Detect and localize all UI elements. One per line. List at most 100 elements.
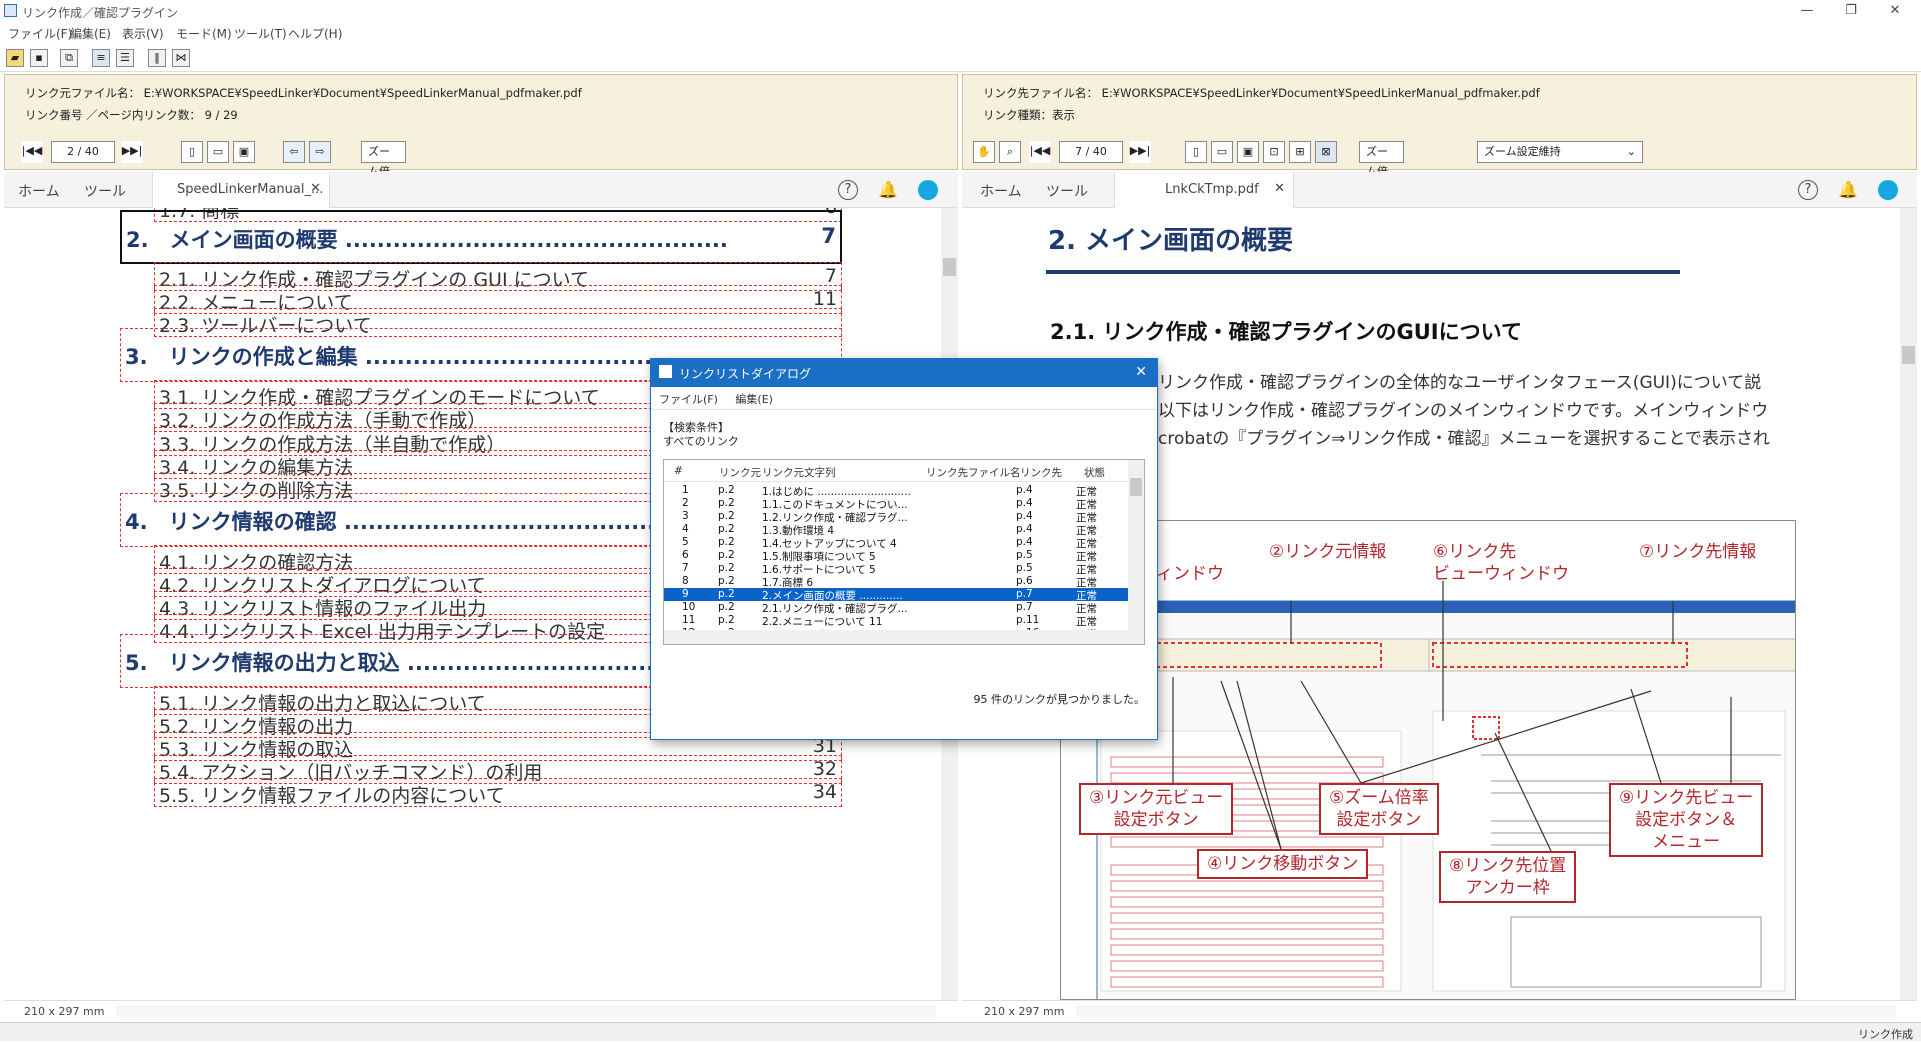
list-settings-icon[interactable]: ☰ [116,49,134,67]
link-back-icon[interactable]: ⇦ [283,141,305,163]
split-icon[interactable]: ‖ [148,49,166,67]
row-source-page: p.2 [718,601,735,613]
table-row[interactable]: 8 p.2 1.7.商標 6 p.6 正常 [664,575,1128,589]
target-hscrollbar[interactable] [1076,1005,1896,1017]
menu-tools[interactable]: ツール(T) [234,25,287,42]
source-hscrollbar[interactable] [116,1005,936,1017]
menu-view[interactable]: 表示(V) [122,25,164,42]
col-source-page[interactable]: リンク元 [719,465,761,480]
table-row[interactable]: 2 p.2 1.1.このドキュメントについ... p.4 正常 [664,497,1128,511]
source-page-input[interactable]: 2 / 40 [51,141,115,163]
single-page-icon[interactable]: ▯ [1185,141,1207,163]
target-tab-bar: ホーム ツール LnkCkTmp.pdf ✕ ? 🔔 [962,172,1917,208]
menu-file[interactable]: ファイル(F) [8,25,72,42]
help-icon[interactable]: ? [1798,180,1818,200]
figure-graphics [1096,581,1795,999]
merge-icon[interactable]: ⋈ [172,49,190,67]
zoom-tool-icon[interactable]: ⌕ [999,141,1021,163]
toc-page-number: 7 [824,265,837,287]
window-title: リンク作成／確認プラグイン [22,6,179,20]
row-source-page: p.2 [718,523,735,535]
col-source-text[interactable]: リンク元文字列 [762,465,836,480]
single-page-icon[interactable]: ▯ [181,141,203,163]
close-tab-icon[interactable]: ✕ [1274,181,1285,196]
dialog-menu-edit[interactable]: 編集(E) [735,393,773,406]
avatar[interactable] [918,180,938,200]
fit-page-icon[interactable]: ▭ [1211,141,1233,163]
close-button[interactable]: ✕ [1873,0,1917,22]
table-row[interactable]: 5 p.2 1.4.セットアップについて 4 p.4 正常 [664,536,1128,550]
row-target-page: p.4 [1016,510,1033,522]
list-icon[interactable]: ≡ [92,49,110,67]
fit-page-icon[interactable]: ▭ [207,141,229,163]
fit-visible-icon[interactable]: ⊡ [1263,141,1285,163]
tab-tools[interactable]: ツール [84,181,126,201]
open-folder-icon[interactable]: ▰ [6,49,24,67]
menu-mode[interactable]: モード(M) [176,25,232,42]
zoom-mode-select[interactable]: ズーム設定維持 ⌄ [1477,141,1643,163]
save-icon[interactable]: ▪ [30,49,48,67]
row-target-page: p.4 [1016,497,1033,509]
target-scrollbar[interactable] [1900,208,1917,1000]
help-icon[interactable]: ? [838,180,858,200]
restore-button[interactable]: ❐ [1829,0,1873,22]
table-row[interactable]: 10 p.2 2.1.リンク作成・確認プラグ... p.7 正常 [664,601,1128,615]
link-list-dialog[interactable]: リンクリストダイアログ ✕ ファイル(F) 編集(E) 【検索条件】 すべてのリ… [650,358,1158,740]
section-heading: 2. メイン画面の概要 [1048,226,1294,256]
export-icon[interactable]: ⧉ [60,49,78,67]
bell-icon[interactable]: 🔔 [878,180,898,200]
last-page-icon[interactable]: ▶▶| [121,141,143,163]
col-number[interactable]: # [674,465,683,477]
callout-zoom-buttons: ⑤ズーム倍率 設定ボタン [1319,783,1439,835]
anchor-icon[interactable]: ⊞ [1289,141,1311,163]
table-row[interactable]: 6 p.2 1.5.制限事項について 5 p.5 正常 [664,549,1128,563]
last-page-icon[interactable]: ▶▶| [1129,141,1151,163]
source-doc-tab[interactable]: SpeedLinkerManual_... ✕ [152,172,330,208]
table-row[interactable]: 4 p.2 1.3.動作環境 4 p.4 正常 [664,523,1128,537]
link-number-value: 9 / 29 [204,108,238,122]
table-row[interactable]: 3 p.2 1.2.リンク作成・確認プラグ... p.4 正常 [664,510,1128,524]
target-page-input[interactable]: 7 / 40 [1059,141,1123,163]
col-target-file[interactable]: リンク先ファイル名 [926,465,1021,480]
list-scrollbar[interactable] [1128,460,1144,644]
row-source-page: p.2 [718,614,735,626]
tab-tools[interactable]: ツール [1046,181,1088,201]
dialog-title-bar[interactable]: リンクリストダイアログ ✕ [651,359,1157,387]
tab-home[interactable]: ホーム [980,181,1022,201]
target-zoom-display[interactable]: ズーム倍率: 103% [1359,141,1405,218]
menu-edit[interactable]: 編集(E) [70,25,111,42]
link-list-table[interactable]: # リンク元 リンク元文字列 リンク先ファイル名 リンク先 状態 1 p.2 1.は… [663,459,1145,645]
anchor-frame-icon[interactable]: ⊠ [1315,141,1337,163]
target-file-label: リンク先ファイル名： [983,86,1098,100]
table-row[interactable]: 11 p.2 2.2.メニューについて 11 p.11 正常 [664,614,1128,628]
dialog-menu-file[interactable]: ファイル(F) [659,393,718,406]
table-row[interactable]: 1 p.2 1.はじめに ............................ p… [664,484,1128,498]
hand-tool-icon[interactable]: ✋ [973,141,995,163]
menu-help[interactable]: ヘルプ(H) [288,25,342,42]
fit-width-icon[interactable]: ▣ [1237,141,1259,163]
toc-section[interactable]: 5.5. リンク情報ファイルの内容について 34 [154,778,842,807]
col-target-page[interactable]: リンク先 [1020,465,1062,480]
first-page-icon[interactable]: |◀◀ [21,141,43,163]
link-forward-icon[interactable]: ⇨ [309,141,331,163]
row-target-page: p.7 [1016,588,1033,600]
dialog-close-icon[interactable]: ✕ [1135,364,1147,380]
col-status[interactable]: 状態 [1084,465,1105,480]
row-source-page: p.2 [718,497,735,509]
toc-chapter[interactable]: 2. メイン画面の概要 ............................… [120,210,842,264]
close-tab-icon[interactable]: ✕ [310,181,321,196]
table-row[interactable]: 7 p.2 1.6.サポートについて 5 p.5 正常 [664,562,1128,576]
minimize-button[interactable]: — [1785,0,1829,22]
menu-bar: ファイル(F) 編集(E) 表示(V) モード(M) ツール(T) ヘルプ(H) [0,22,1921,42]
fit-width-icon[interactable]: ▣ [233,141,255,163]
first-page-icon[interactable]: |◀◀ [1029,141,1051,163]
toc-page-number: 7 [821,224,836,248]
body-line-1: リンク作成・確認プラグインの全体的なユーザインタフェース(GUI)について説 [1158,373,1762,393]
target-doc-tab[interactable]: LnkCkTmp.pdf ✕ [1114,172,1294,208]
list-hscrollbar[interactable] [664,630,1128,644]
bell-icon[interactable]: 🔔 [1838,180,1858,200]
table-row[interactable]: 9 p.2 2.メイン画面の概要 ............. p.7 正常 [664,588,1128,602]
tab-home[interactable]: ホーム [18,181,60,201]
source-zoom-display[interactable]: ズーム倍率: 103% [361,141,407,218]
avatar[interactable] [1878,180,1898,200]
